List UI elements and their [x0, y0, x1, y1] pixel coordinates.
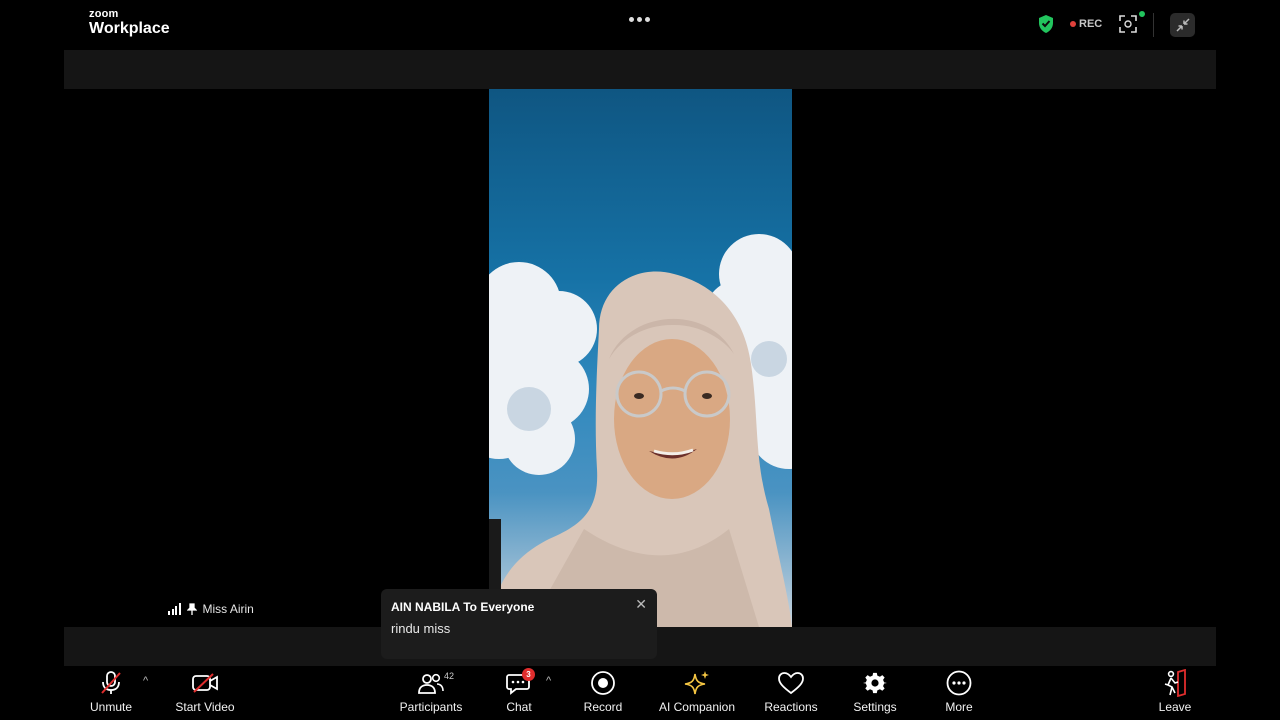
- start-video-label: Start Video: [175, 700, 235, 714]
- leave-button[interactable]: Leave: [1156, 666, 1194, 720]
- security-shield-icon[interactable]: [1037, 14, 1055, 34]
- brand-small: zoom: [89, 8, 119, 20]
- exit-fullscreen-button[interactable]: [1170, 13, 1195, 37]
- chat-options-caret-icon[interactable]: ^: [546, 675, 551, 687]
- recording-indicator[interactable]: REC: [1070, 18, 1102, 30]
- audio-options-caret-icon[interactable]: ^: [143, 675, 148, 687]
- participant-name: Miss Airin: [202, 602, 254, 616]
- participants-count: 42: [444, 671, 455, 681]
- video-frame-image: [489, 234, 792, 627]
- rec-label: REC: [1079, 18, 1103, 30]
- record-button[interactable]: Record: [582, 666, 624, 720]
- unmute-button[interactable]: Unmute: [88, 666, 134, 720]
- leave-label: Leave: [1158, 700, 1192, 714]
- leave-door-icon: [1164, 669, 1186, 697]
- participant-name-label: Miss Airin: [168, 602, 254, 616]
- participant-video-tile[interactable]: [489, 89, 792, 627]
- record-icon: [591, 671, 615, 695]
- header-divider: [1153, 13, 1154, 37]
- muted-microphone-icon: [101, 671, 121, 694]
- gear-icon: [863, 672, 887, 694]
- top-gallery-band: [64, 50, 1216, 89]
- chat-sender: AIN NABILA To Everyone: [391, 600, 535, 614]
- chat-label: Chat: [506, 700, 532, 714]
- ai-companion-label: AI Companion: [658, 700, 736, 714]
- participants-icon: [418, 673, 444, 694]
- rec-dot-icon: [1070, 21, 1076, 27]
- heart-icon: [778, 672, 804, 695]
- more-button[interactable]: More: [940, 666, 978, 720]
- participants-button[interactable]: Participants: [396, 666, 466, 720]
- participants-label: Participants: [399, 700, 463, 714]
- more-options-dots-icon[interactable]: [627, 6, 651, 27]
- zoom-workplace-logo: zoom Workplace: [89, 9, 170, 37]
- brand-big: Workplace: [89, 20, 170, 37]
- start-video-button[interactable]: Start Video: [172, 666, 238, 720]
- chat-message: rindu miss: [391, 621, 451, 636]
- minimize-arrows-icon: [1175, 18, 1190, 32]
- reactions-label: Reactions: [764, 700, 818, 714]
- pin-icon: [186, 602, 197, 615]
- chat-unread-badge: 3: [522, 668, 535, 681]
- ai-companion-button[interactable]: AI Companion: [656, 666, 738, 720]
- more-label: More: [945, 700, 973, 714]
- more-dots-icon: [946, 670, 972, 696]
- chat-notification-popup[interactable]: AIN NABILA To Everyone rindu miss ✕: [381, 589, 657, 659]
- status-green-dot: [1139, 11, 1145, 17]
- signal-strength-icon: [168, 603, 181, 615]
- ai-sparkle-icon: [684, 671, 709, 695]
- settings-button[interactable]: Settings: [850, 666, 900, 720]
- record-label: Record: [583, 700, 623, 714]
- unmute-label: Unmute: [89, 700, 133, 714]
- view-layout-icon[interactable]: [1118, 14, 1138, 34]
- video-off-icon: [192, 673, 218, 693]
- close-icon[interactable]: ✕: [635, 596, 647, 613]
- reactions-button[interactable]: Reactions: [762, 666, 820, 720]
- settings-label: Settings: [853, 700, 897, 714]
